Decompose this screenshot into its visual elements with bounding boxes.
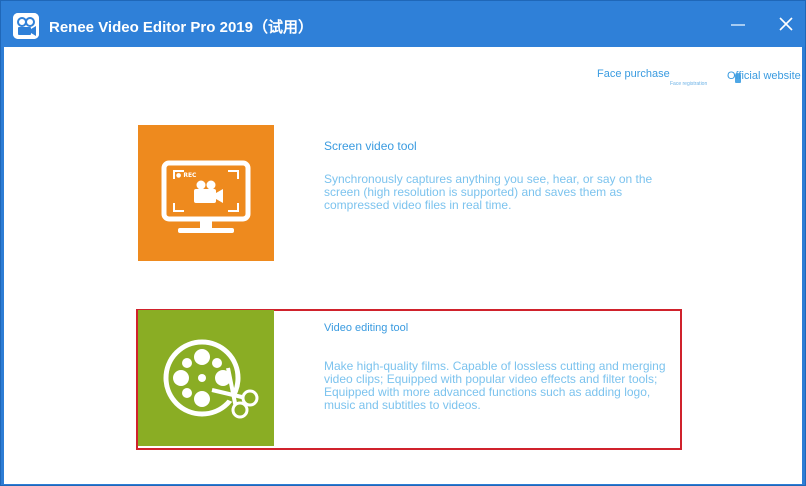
title-bar: Renee Video Editor Pro 2019（试用）	[1, 1, 805, 47]
main-content: Face purchase Face registration Official…	[4, 47, 802, 484]
close-icon	[779, 17, 793, 31]
face-registration-link[interactable]: Face registration	[670, 81, 707, 87]
screen-video-tool-tile[interactable]: ● REC	[138, 125, 274, 261]
video-editing-tool-tile[interactable]	[138, 310, 274, 446]
window-title: Renee Video Editor Pro 2019（试用）	[49, 19, 313, 36]
app-logo-icon	[13, 13, 39, 39]
screen-video-tool-title[interactable]: Screen video tool	[324, 139, 417, 153]
rec-badge: ● REC	[176, 172, 197, 179]
app-window: Renee Video Editor Pro 2019（试用） Face pur…	[0, 0, 806, 486]
screen-video-tool-description: Synchronously captures anything you see,…	[324, 172, 653, 212]
minimize-icon	[731, 24, 745, 26]
video-editing-tool-title[interactable]: Video editing tool	[324, 322, 408, 334]
video-editing-tool-description: Make high-quality films. Capable of loss…	[324, 359, 666, 412]
film-reel-scissors-icon	[163, 339, 259, 419]
screen-record-icon: ● REC	[161, 160, 251, 233]
close-button[interactable]	[777, 15, 795, 33]
official-website-link[interactable]: Official website	[727, 70, 801, 82]
minimize-button[interactable]	[729, 15, 747, 33]
face-purchase-link[interactable]: Face purchase	[597, 68, 670, 80]
